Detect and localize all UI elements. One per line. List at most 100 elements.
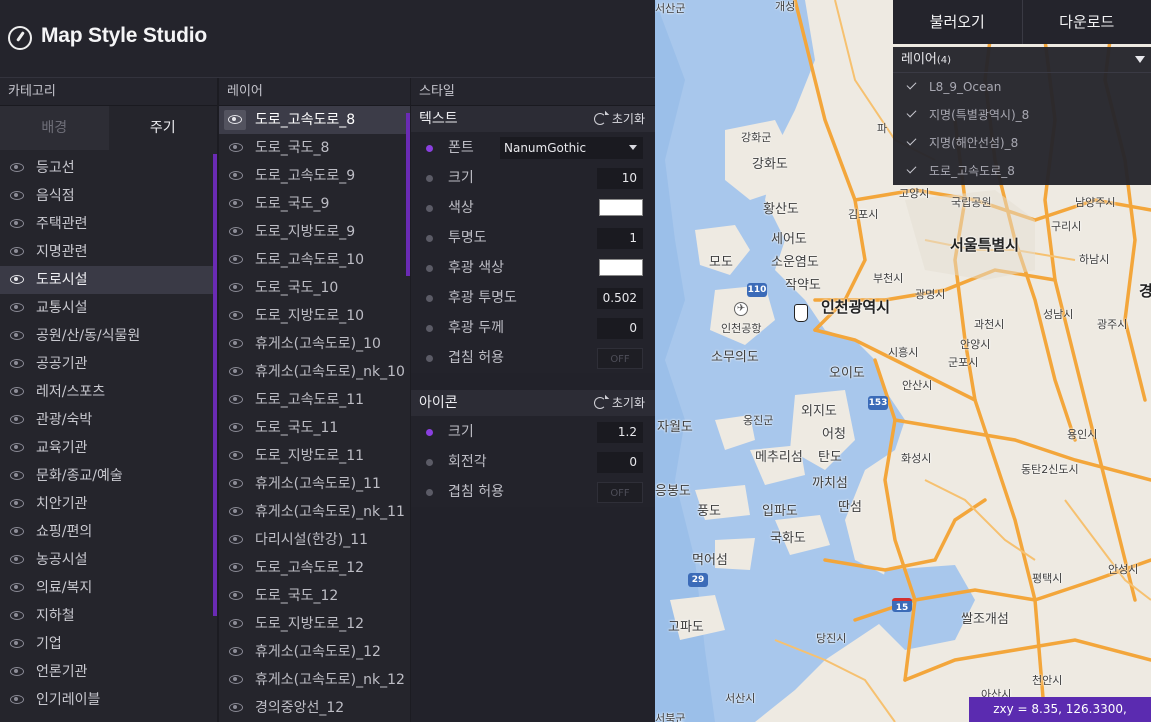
eye-icon[interactable] — [10, 359, 24, 368]
eye-icon[interactable] — [229, 451, 243, 460]
overlap-toggle[interactable]: OFF — [597, 348, 643, 369]
download-button[interactable]: 다운로드 — [1021, 0, 1151, 44]
layer-item[interactable]: 휴게소(고속도로)_nk_12 — [219, 666, 410, 694]
layer-check-item[interactable]: 도로_고속도로_8 — [893, 157, 1151, 185]
layer-item[interactable]: 도로_국도_9 — [219, 190, 410, 218]
category-item[interactable]: 치안기관 — [0, 490, 217, 518]
eye-icon[interactable] — [10, 667, 24, 676]
layer-item[interactable]: 도로_고속도로_12 — [219, 554, 410, 582]
layer-item[interactable]: 도로_지방도로_10 — [219, 302, 410, 330]
eye-icon[interactable] — [229, 395, 243, 404]
eye-icon[interactable] — [10, 191, 24, 200]
load-button[interactable]: 불러오기 — [893, 0, 1022, 44]
eye-icon[interactable] — [10, 639, 24, 648]
layer-item[interactable]: 도로_지방도로_9 — [219, 218, 410, 246]
eye-icon[interactable] — [229, 171, 243, 180]
halo-color-swatch[interactable] — [599, 259, 643, 276]
eye-icon[interactable] — [229, 619, 243, 628]
category-item-selected[interactable]: 도로시설 — [0, 266, 217, 294]
size-input[interactable]: 10 — [597, 168, 643, 189]
category-item[interactable]: 공원/산/동/식물원 — [0, 322, 217, 350]
layer-dropdown-toggle[interactable]: 레이어(4) — [893, 47, 1151, 73]
category-item[interactable]: 교육기관 — [0, 434, 217, 462]
eye-icon[interactable] — [229, 227, 243, 236]
layer-item[interactable]: 도로_국도_8 — [219, 134, 410, 162]
eye-icon[interactable] — [10, 163, 24, 172]
eye-icon[interactable] — [229, 311, 243, 320]
category-item[interactable]: 음식점 — [0, 182, 217, 210]
layer-item-selected[interactable]: 도로_고속도로_8 — [219, 106, 410, 134]
eye-icon[interactable] — [229, 535, 243, 544]
color-swatch[interactable] — [599, 199, 643, 216]
category-item[interactable]: 주택관련 — [0, 210, 217, 238]
eye-icon[interactable] — [10, 695, 24, 704]
category-item[interactable]: 농공시설 — [0, 546, 217, 574]
eye-icon[interactable] — [229, 507, 243, 516]
rotation-input[interactable]: 0 — [597, 452, 643, 473]
tab-annotation[interactable]: 주기 — [108, 106, 217, 150]
category-item[interactable]: 문화/종교/예술 — [0, 462, 217, 490]
eye-icon[interactable] — [10, 443, 24, 452]
layer-item[interactable]: 도로_지방도로_11 — [219, 442, 410, 470]
layer-item[interactable]: 휴게소(고속도로)_10 — [219, 330, 410, 358]
eye-icon[interactable] — [10, 527, 24, 536]
layer-check-item[interactable]: L8_9_Ocean — [893, 73, 1151, 101]
eye-icon[interactable] — [229, 675, 243, 684]
eye-icon[interactable] — [10, 611, 24, 620]
eye-icon[interactable] — [10, 275, 24, 284]
category-item[interactable]: 기업 — [0, 630, 217, 658]
layer-check-item[interactable]: 지명(해안선섬)_8 — [893, 129, 1151, 157]
category-scrollbar[interactable] — [213, 154, 217, 616]
eye-icon[interactable] — [10, 247, 24, 256]
layer-item[interactable]: 도로_고속도로_11 — [219, 386, 410, 414]
eye-icon[interactable] — [10, 471, 24, 480]
style-scrollbar[interactable] — [406, 113, 410, 276]
category-item[interactable]: 인기레이블 — [0, 686, 217, 714]
category-item[interactable]: 레저/스포츠 — [0, 378, 217, 406]
eye-icon[interactable] — [229, 367, 243, 376]
icon-overlap-toggle[interactable]: OFF — [597, 482, 643, 503]
halo-opacity-input[interactable]: 0.502 — [597, 288, 643, 309]
layer-item[interactable]: 경의중앙선_12 — [219, 694, 410, 722]
category-item[interactable]: 지명관련 — [0, 238, 217, 266]
layer-item[interactable]: 도로_국도_12 — [219, 582, 410, 610]
opacity-input[interactable]: 1 — [597, 228, 643, 249]
eye-icon[interactable] — [228, 115, 242, 124]
eye-icon[interactable] — [229, 703, 243, 712]
category-item[interactable]: 등고선 — [0, 154, 217, 182]
eye-icon[interactable] — [229, 255, 243, 264]
category-item[interactable]: 교통시설 — [0, 294, 217, 322]
category-item[interactable]: 언론기관 — [0, 658, 217, 686]
eye-icon[interactable] — [10, 555, 24, 564]
font-select[interactable]: NanumGothic — [500, 137, 643, 159]
layer-item[interactable]: 도로_국도_10 — [219, 274, 410, 302]
eye-icon[interactable] — [229, 339, 243, 348]
layer-item[interactable]: 도로_고속도로_10 — [219, 246, 410, 274]
layer-item[interactable]: 다리시설(한강)_11 — [219, 526, 410, 554]
eye-icon[interactable] — [229, 423, 243, 432]
layer-item[interactable]: 휴게소(고속도로)_12 — [219, 638, 410, 666]
layer-item[interactable]: 도로_지방도로_12 — [219, 610, 410, 638]
eye-icon[interactable] — [229, 479, 243, 488]
layer-item[interactable]: 휴게소(고속도로)_nk_11 — [219, 498, 410, 526]
eye-icon[interactable] — [10, 583, 24, 592]
category-item[interactable]: 쇼핑/편의 — [0, 518, 217, 546]
eye-icon[interactable] — [10, 415, 24, 424]
layer-item[interactable]: 휴게소(고속도로)_11 — [219, 470, 410, 498]
layer-item[interactable]: 도로_국도_11 — [219, 414, 410, 442]
eye-icon[interactable] — [10, 499, 24, 508]
eye-icon[interactable] — [10, 387, 24, 396]
layer-check-item[interactable]: 지명(특별광역시)_8 — [893, 101, 1151, 129]
eye-icon[interactable] — [10, 303, 24, 312]
eye-icon[interactable] — [229, 199, 243, 208]
category-item[interactable]: 의료/복지 — [0, 574, 217, 602]
eye-icon[interactable] — [229, 143, 243, 152]
halo-width-input[interactable]: 0 — [597, 318, 643, 339]
layer-item[interactable]: 도로_고속도로_9 — [219, 162, 410, 190]
category-item[interactable]: 공공기관 — [0, 350, 217, 378]
tab-background[interactable]: 배경 — [0, 106, 109, 150]
layer-item[interactable]: 휴게소(고속도로)_nk_10 — [219, 358, 410, 386]
eye-icon[interactable] — [229, 591, 243, 600]
category-item[interactable]: 지하철 — [0, 602, 217, 630]
icon-size-input[interactable]: 1.2 — [597, 422, 643, 443]
